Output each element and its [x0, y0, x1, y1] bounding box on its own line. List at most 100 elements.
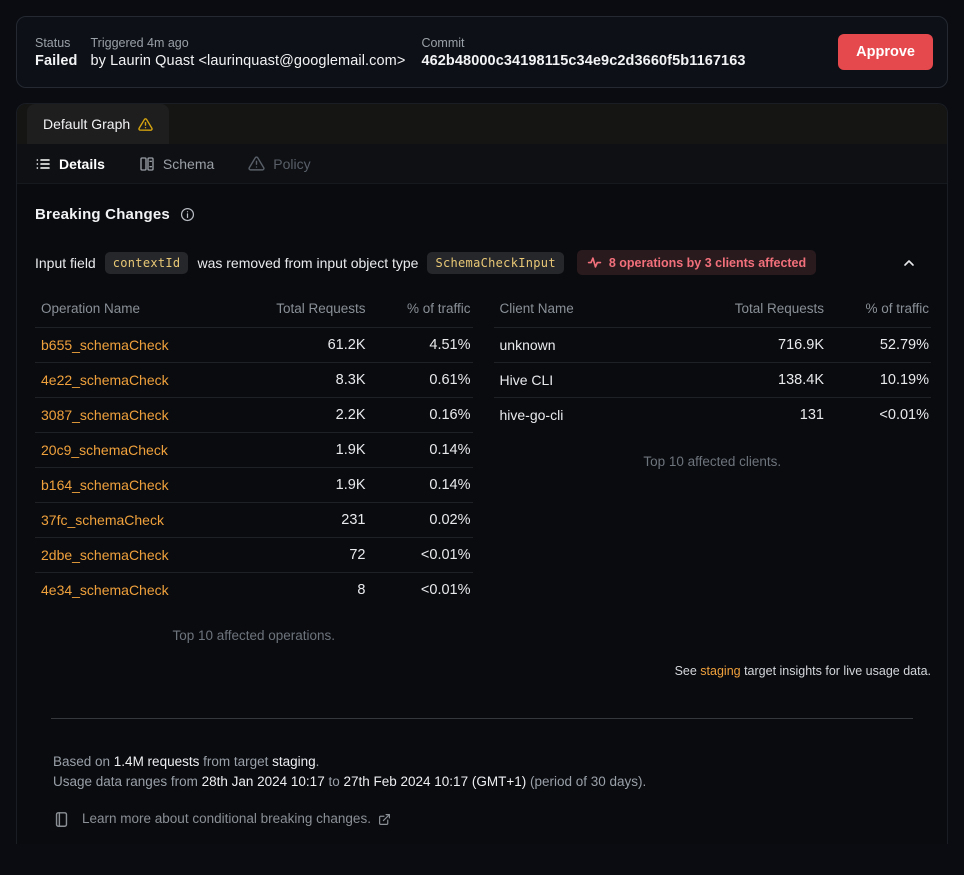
commit-group: Commit 462b48000c34198115c34e9c2d3660f5b…	[421, 36, 745, 69]
clients-caption: Top 10 affected clients.	[494, 454, 932, 469]
check-nav: Details Schema	[17, 144, 947, 184]
based-suffix: .	[316, 754, 320, 769]
triggered-author: by Laurin Quast <laurinquast@googlemail.…	[91, 53, 406, 69]
operations-header-row: Operation Name Total Requests % of traff…	[35, 292, 473, 328]
operations-table: Operation Name Total Requests % of traff…	[35, 292, 473, 607]
field-code-pill: contextId	[105, 252, 189, 274]
operation-link[interactable]: 2dbe_schemaCheck	[41, 547, 169, 563]
col-client-name: Client Name	[494, 292, 697, 328]
breaking-changes-title: Breaking Changes	[35, 206, 170, 223]
traffic-cell: 0.16%	[368, 398, 473, 433]
triggered-label: Triggered 4m ago	[91, 36, 406, 50]
status-bar: Status Failed Triggered 4m ago by Laurin…	[16, 16, 948, 88]
status-group: Status Failed	[35, 36, 78, 69]
type-code-pill: SchemaCheckInput	[427, 252, 563, 274]
chevron-up-icon[interactable]	[901, 255, 917, 271]
tab-default-graph[interactable]: Default Graph	[27, 104, 169, 144]
requests-cell: 8	[238, 573, 368, 608]
schema-check-page: Status Failed Triggered 4m ago by Laurin…	[0, 16, 964, 875]
operations-caption: Top 10 affected operations.	[35, 628, 473, 643]
client-name-cell: unknown	[494, 328, 697, 363]
graph-tab-label: Default Graph	[43, 116, 130, 132]
operation-link[interactable]: 3087_schemaCheck	[41, 407, 169, 423]
col-operation-name: Operation Name	[35, 292, 238, 328]
client-name-cell: Hive CLI	[494, 363, 697, 398]
table-row: b655_schemaCheck 61.2K 4.51%	[35, 328, 473, 363]
status-value: Failed	[35, 53, 78, 69]
clients-header-row: Client Name Total Requests % of traffic	[494, 292, 932, 328]
requests-cell: 716.9K	[696, 328, 826, 363]
tab-policy[interactable]: Policy	[248, 155, 310, 172]
commit-hash: 462b48000c34198115c34e9c2d3660f5b1167163	[421, 53, 745, 69]
affected-badge-label: 8 operations by 3 clients affected	[609, 256, 806, 270]
traffic-cell: 10.19%	[826, 363, 931, 398]
learn-more-row: Learn more about conditional breaking ch…	[53, 809, 915, 829]
change-text-prefix: Input field	[35, 255, 96, 271]
table-row: 3087_schemaCheck 2.2K 0.16%	[35, 398, 473, 433]
based-prefix: Based on	[53, 754, 114, 769]
clients-table: Client Name Total Requests % of traffic …	[494, 292, 932, 432]
table-row: Hive CLI 138.4K 10.19%	[494, 363, 932, 398]
learn-more-link[interactable]: Learn more about conditional breaking ch…	[82, 809, 391, 829]
client-name-cell: hive-go-cli	[494, 398, 697, 433]
range-start: 28th Jan 2024 10:17	[202, 774, 325, 789]
change-text-middle: was removed from input object type	[197, 255, 418, 271]
tab-policy-label: Policy	[273, 156, 310, 172]
table-row: b164_schemaCheck 1.9K 0.14%	[35, 468, 473, 503]
details-content: Breaking Changes Input field contextId w…	[17, 184, 947, 829]
list-icon	[35, 156, 51, 172]
operation-link[interactable]: b655_schemaCheck	[41, 337, 169, 353]
breaking-change-accordion[interactable]: Input field contextId was removed from i…	[35, 250, 931, 275]
status-label: Status	[35, 36, 78, 50]
col-traffic: % of traffic	[368, 292, 473, 328]
insights-note: See staging target insights for live usa…	[35, 664, 931, 678]
triggered-group: Triggered 4m ago by Laurin Quast <laurin…	[91, 36, 406, 69]
requests-cell: 1.9K	[238, 433, 368, 468]
table-row: 4e34_schemaCheck 8 <0.01%	[35, 573, 473, 608]
range-suffix: (period of 30 days).	[526, 774, 646, 789]
operation-link[interactable]: b164_schemaCheck	[41, 477, 169, 493]
graph-tab-strip: Default Graph	[17, 104, 947, 144]
operation-link[interactable]: 37fc_schemaCheck	[41, 512, 164, 528]
operation-link[interactable]: 4e34_schemaCheck	[41, 582, 169, 598]
traffic-cell: 4.51%	[368, 328, 473, 363]
col-traffic: % of traffic	[826, 292, 931, 328]
traffic-cell: <0.01%	[368, 573, 473, 608]
traffic-cell: <0.01%	[368, 538, 473, 573]
table-row: 2dbe_schemaCheck 72 <0.01%	[35, 538, 473, 573]
commit-label: Commit	[421, 36, 745, 50]
note-suffix: target insights for live usage data.	[741, 664, 931, 678]
warning-triangle-icon	[138, 117, 153, 132]
requests-cell: 61.2K	[238, 328, 368, 363]
requests-cell: 1.9K	[238, 468, 368, 503]
range-mid: to	[325, 774, 344, 789]
affected-tables: Operation Name Total Requests % of traff…	[35, 292, 931, 643]
info-icon[interactable]	[180, 207, 195, 222]
usage-summary-line: Based on 1.4M requests from target stagi…	[53, 752, 915, 772]
table-row: 37fc_schemaCheck 231 0.02%	[35, 503, 473, 538]
table-row: 4e22_schemaCheck 8.3K 0.61%	[35, 363, 473, 398]
col-total-requests: Total Requests	[238, 292, 368, 328]
tab-schema[interactable]: Schema	[139, 156, 214, 172]
activity-pulse-icon	[587, 255, 602, 270]
table-row: unknown 716.9K 52.79%	[494, 328, 932, 363]
operation-link[interactable]: 20c9_schemaCheck	[41, 442, 168, 458]
based-mid: from target	[199, 754, 272, 769]
traffic-cell: 0.14%	[368, 468, 473, 503]
breaking-changes-heading: Breaking Changes	[35, 206, 931, 223]
learn-more-label: Learn more about conditional breaking ch…	[82, 809, 371, 829]
request-count: 1.4M requests	[114, 754, 200, 769]
external-link-icon	[378, 813, 391, 826]
check-card: Default Graph Details	[16, 103, 948, 844]
note-prefix: See	[675, 664, 701, 678]
tab-details[interactable]: Details	[35, 156, 105, 172]
tab-details-label: Details	[59, 156, 105, 172]
approve-button[interactable]: Approve	[838, 34, 933, 70]
range-end: 27th Feb 2024 10:17 (GMT+1)	[343, 774, 526, 789]
operation-link[interactable]: 4e22_schemaCheck	[41, 372, 169, 388]
staging-target-link[interactable]: staging	[700, 664, 740, 678]
requests-cell: 138.4K	[696, 363, 826, 398]
range-prefix: Usage data ranges from	[53, 774, 202, 789]
affected-operations-badge: 8 operations by 3 clients affected	[577, 250, 816, 275]
requests-cell: 72	[238, 538, 368, 573]
